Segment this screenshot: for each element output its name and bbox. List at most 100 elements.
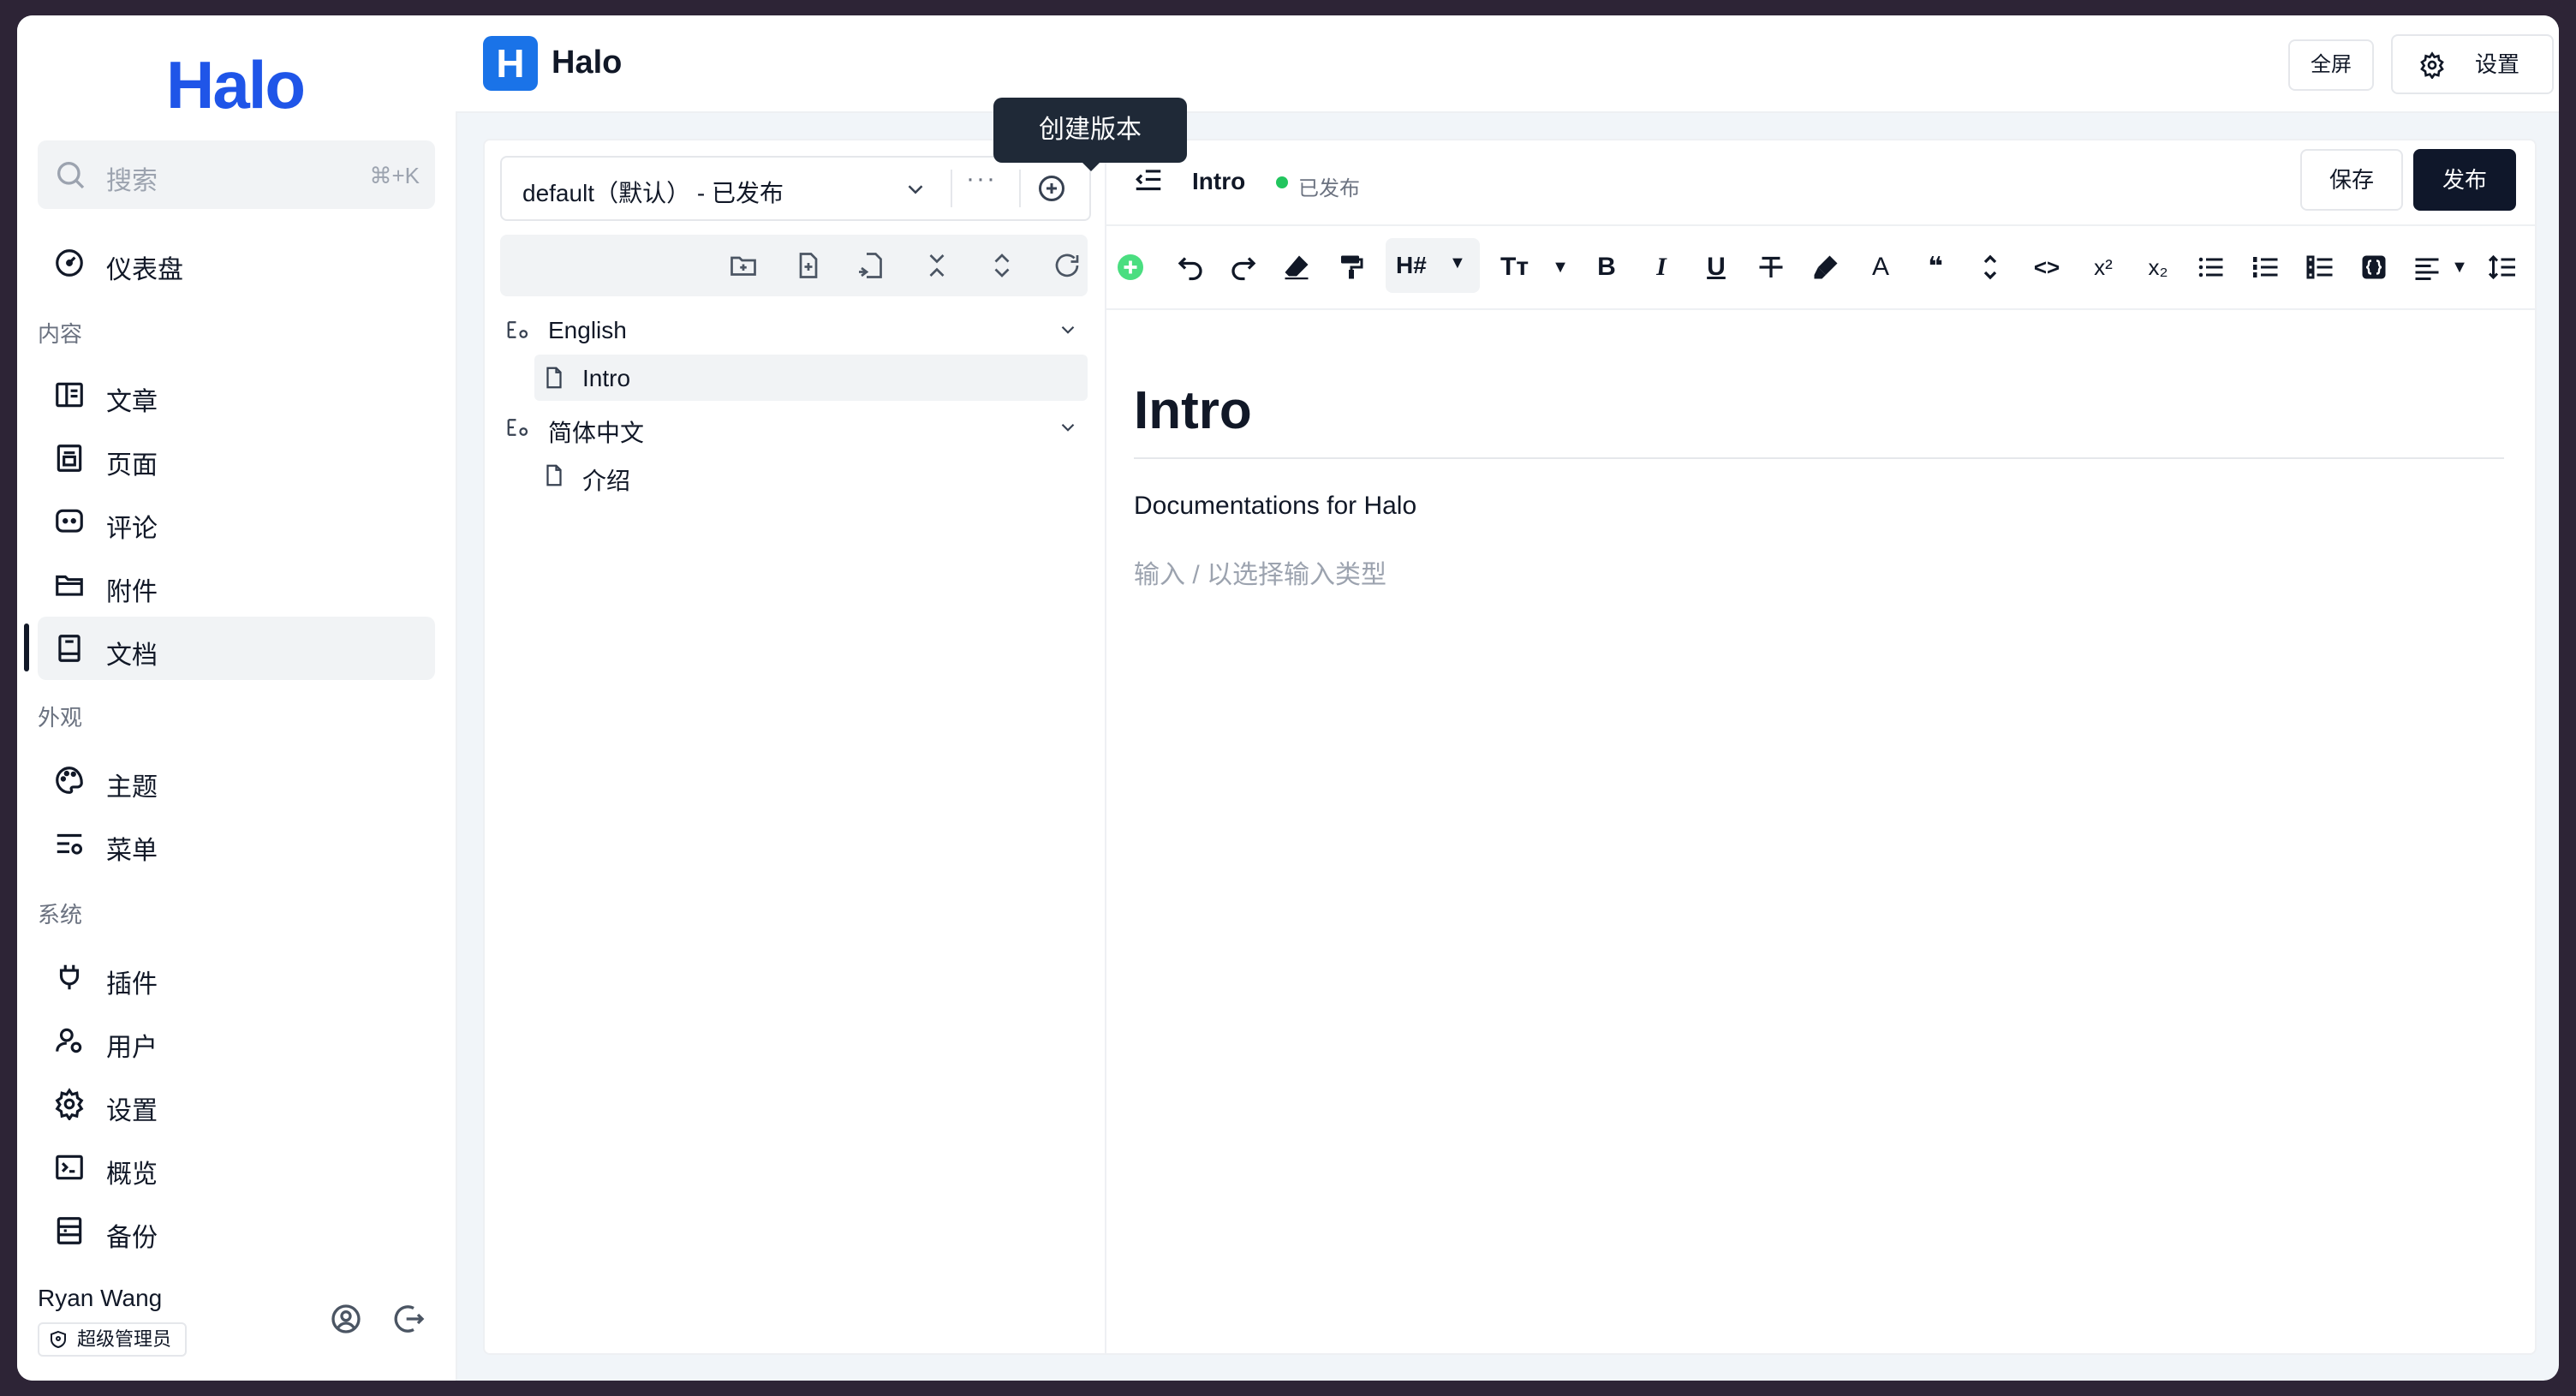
app-window: Halo 搜索 ⌘+K 仪表盘 内容 文章 页面 评论 附件 文档 外观 主题 …	[17, 15, 2559, 1381]
document-paragraph[interactable]: Documentations for Halo	[1134, 492, 1416, 521]
chevron-down-icon[interactable]	[1057, 416, 1079, 438]
sidebar: Halo 搜索 ⌘+K 仪表盘 内容 文章 页面 评论 附件 文档 外观 主题 …	[17, 15, 457, 1381]
publish-button[interactable]: 发布	[2413, 149, 2516, 211]
sidebar-item-backup[interactable]: 备份	[38, 1199, 435, 1262]
document-heading[interactable]: Intro	[1134, 380, 1252, 441]
halo-logo[interactable]: Halo	[166, 46, 306, 124]
search-box[interactable]: 搜索 ⌘+K	[38, 140, 435, 209]
sidebar-item-docs[interactable]: 文档	[38, 617, 435, 680]
logout-icon[interactable]	[392, 1302, 426, 1336]
status-dot	[1276, 176, 1288, 188]
sidebar-item-dashboard[interactable]: 仪表盘	[38, 231, 435, 295]
bold-button[interactable]: B	[1591, 252, 1622, 283]
save-button[interactable]: 保存	[2300, 149, 2403, 211]
sidebar-item-label: 主题	[106, 773, 158, 802]
ordered-list-icon[interactable]	[2251, 252, 2281, 283]
sidebar-item-label: 备份	[106, 1224, 158, 1252]
toggle-sidebar-icon[interactable]	[1132, 164, 1165, 197]
book-icon	[58, 635, 80, 662]
sidebar-item-label: 文章	[106, 388, 158, 416]
new-folder-icon[interactable]	[728, 250, 759, 281]
tree-group-english[interactable]: English	[500, 307, 1088, 353]
settings-button[interactable]: 设置	[2391, 34, 2554, 94]
sidebar-item-plugins[interactable]: 插件	[38, 946, 435, 1009]
superscript-button[interactable]: x²	[2084, 252, 2122, 283]
highlight-icon[interactable]	[1810, 252, 1841, 283]
fullscreen-button[interactable]: 全屏	[2288, 39, 2374, 91]
underline-button[interactable]: U	[1701, 252, 1732, 283]
code-block-icon[interactable]	[2358, 252, 2389, 283]
sidebar-item-attachments[interactable]: 附件	[38, 553, 435, 617]
eraser-icon[interactable]	[1281, 252, 1312, 283]
refresh-icon[interactable]	[1052, 250, 1082, 281]
chevron-down-icon[interactable]	[1057, 319, 1079, 341]
sidebar-item-themes[interactable]: 主题	[38, 749, 435, 812]
version-select[interactable]: default（默认） - 已发布 ···	[500, 156, 1091, 221]
expand-all-icon[interactable]	[987, 250, 1017, 281]
blockquote-button[interactable]: ❝	[1920, 252, 1951, 283]
undo-icon[interactable]	[1175, 252, 1206, 283]
tree-item-intro-zh[interactable]: 介绍	[534, 452, 1088, 498]
sidebar-item-label: 菜单	[106, 837, 158, 865]
sidebar-item-menus[interactable]: 菜单	[38, 812, 435, 875]
editor-toolbar: H# ▼ Tт ▼ B I U A ❝ <> x² x₂ ▼	[1106, 226, 2535, 310]
format-painter-icon[interactable]	[1336, 252, 1367, 283]
collapse-all-icon[interactable]	[921, 250, 952, 281]
heading-dropdown[interactable]: H# ▼	[1386, 238, 1480, 293]
add-block-icon[interactable]	[1115, 252, 1146, 283]
sidebar-item-users[interactable]: 用户	[38, 1009, 435, 1072]
sidebar-item-posts[interactable]: 文章	[38, 363, 435, 427]
sidebar-item-label: 文档	[106, 641, 158, 670]
tree-item-intro[interactable]: Intro	[534, 355, 1088, 401]
sidebar-item-label: 附件	[106, 578, 158, 606]
gear-icon	[2420, 51, 2444, 79]
user-profile-icon[interactable]	[329, 1302, 363, 1336]
tree-toolbar	[500, 235, 1088, 296]
create-version-tooltip: 创建版本	[993, 98, 1187, 171]
search-placeholder: 搜索	[106, 167, 158, 195]
bullet-list-icon[interactable]	[2196, 252, 2227, 283]
doc-title: Intro	[1192, 168, 1246, 194]
more-options-button[interactable]: ···	[966, 164, 997, 194]
sidebar-item-settings[interactable]: 设置	[38, 1072, 435, 1136]
sidebar-item-label: 页面	[106, 451, 158, 480]
italic-button[interactable]: I	[1646, 252, 1677, 283]
doc-tree-panel: default（默认） - 已发布 ··· English Intro 简体中文…	[485, 140, 1106, 1353]
sidebar-item-label: 评论	[106, 515, 158, 543]
settings-label: 设置	[2475, 51, 2520, 77]
sidebar-item-comments[interactable]: 评论	[38, 490, 435, 553]
strikethrough-icon[interactable]	[1756, 252, 1786, 283]
language-icon	[507, 419, 528, 436]
divider	[1019, 170, 1021, 207]
sidebar-item-overview[interactable]: 概览	[38, 1136, 435, 1199]
version-select-value: default（默认） - 已发布	[522, 180, 784, 206]
folder-icon	[56, 575, 83, 596]
line-height-icon[interactable]	[1975, 252, 2006, 283]
code-button[interactable]: <>	[2028, 252, 2066, 283]
task-list-icon[interactable]	[2305, 252, 2336, 283]
role-badge: 超级管理员	[38, 1322, 188, 1357]
font-color-button[interactable]: A	[1865, 252, 1896, 283]
text-size-button[interactable]: Tт	[1500, 252, 1529, 283]
sidebar-item-pages[interactable]: 页面	[38, 427, 435, 490]
divider	[951, 170, 952, 207]
file-icon	[546, 367, 562, 389]
tree-item-label: English	[548, 317, 627, 343]
page-icon	[57, 444, 82, 472]
add-circle-icon[interactable]	[1036, 173, 1067, 204]
terminal-icon	[56, 1154, 83, 1180]
line-spacing-icon[interactable]	[2487, 252, 2518, 283]
new-document-icon[interactable]	[793, 250, 824, 281]
caret-down-icon[interactable]: ▼	[2444, 252, 2475, 283]
subscript-button[interactable]: x₂	[2139, 252, 2177, 283]
redo-icon[interactable]	[1228, 252, 1259, 283]
import-document-icon[interactable]	[856, 250, 887, 281]
backup-icon	[57, 1217, 82, 1244]
caret-down-icon[interactable]: ▼	[1545, 252, 1576, 283]
caret-down-icon: ▼	[1449, 254, 1466, 272]
tree-group-chinese[interactable]: 简体中文	[500, 404, 1088, 450]
align-left-icon[interactable]	[2412, 252, 2442, 283]
editor-placeholder[interactable]: 输入 / 以选择输入类型	[1134, 553, 1386, 591]
user-icon	[56, 1028, 82, 1053]
top-header: H Halo 全屏 设置	[456, 15, 2559, 113]
